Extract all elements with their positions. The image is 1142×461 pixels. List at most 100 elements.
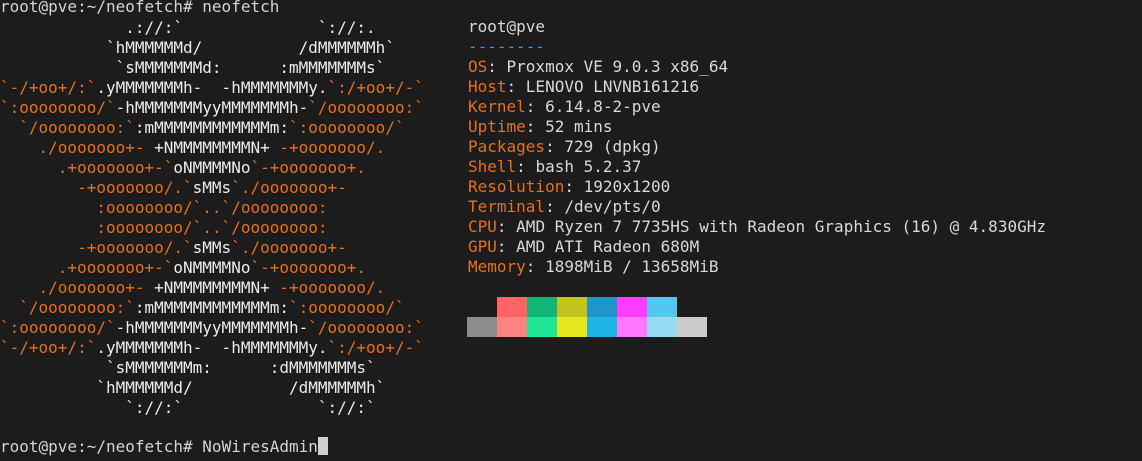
logo-segment: `hMMMMMMd/ /dMMMMMMh` (0, 378, 386, 397)
logo-line: `hMMMMMMd/ /dMMMMMMh` (0, 378, 450, 398)
proxmox-ascii-logo: .://:` `://:. `hMMMMMMd/ /dMMMMMMh` `sMM… (0, 18, 450, 418)
info-key: Memory (468, 257, 526, 276)
info-colon: : (545, 137, 565, 156)
info-key: Packages (468, 137, 546, 156)
info-value: 1920x1200 (583, 177, 671, 196)
info-row-terminal: Terminal: /dev/pts/0 (468, 197, 1128, 217)
logo-segment: `sMMMMMMMd: :mMMMMMMMs` (0, 58, 386, 77)
shell-prompt: root@pve:~/neofetch# (0, 437, 203, 456)
color-swatch (557, 297, 587, 317)
info-value: 52 mins (545, 117, 613, 136)
color-palette (467, 297, 707, 337)
info-value: 729 (dpkg) (564, 137, 661, 156)
terminal-window[interactable]: root@pve:~/neofetch# neofetch .://:` `:/… (0, 0, 1142, 461)
info-colon: : (545, 197, 565, 216)
logo-segment: sMMs (192, 238, 232, 257)
logo-line: `/oooooooo:`:mMMMMMMMMMMMMm:`:oooooooo/` (0, 118, 450, 138)
typed-input[interactable]: NoWiresAdmin (202, 437, 318, 456)
logo-line: .://:` `://:. (0, 18, 450, 38)
logo-segment: .yMMMMMMMh- -hMMMMMMMy. (96, 78, 328, 97)
info-colon: : (496, 237, 517, 256)
color-swatch (677, 297, 707, 317)
info-value: 1898MiB / 13658MiB (545, 257, 719, 276)
color-swatch (527, 297, 557, 317)
color-swatch (617, 297, 647, 317)
logo-line: :oooooooo/`..`/oooooooo: (0, 218, 450, 238)
logo-segment: `/oooooooo:` (0, 118, 135, 137)
logo-segment: sMMs (192, 178, 232, 197)
info-row-os: OS: Proxmox VE 9.0.3 x86_64 (468, 57, 1128, 77)
info-value: 6.14.8-2-pve (545, 97, 661, 116)
user-host-header: root@pve (468, 17, 546, 36)
color-swatch (467, 297, 497, 317)
color-swatch (467, 317, 497, 337)
info-colon: : (525, 117, 546, 136)
logo-line: `/oooooooo:`:mMMMMMMMMMMMMm:`:oooooooo/` (0, 298, 450, 318)
logo-line: `://:` `://:` (0, 398, 450, 418)
info-row-gpu: GPU: AMD ATI Radeon 680M (468, 237, 1128, 257)
info-colon: : (525, 257, 546, 276)
logo-line: `-/+oo+/:`.yMMMMMMMh- -hMMMMMMMy.`:/+oo+… (0, 78, 450, 98)
color-swatch (557, 317, 587, 337)
color-swatch (677, 317, 707, 337)
logo-segment: `:oooooooo/` (0, 318, 116, 337)
color-swatch (647, 297, 677, 317)
header-separator: -------- (468, 37, 546, 56)
logo-segment: `-+ooooooo+. (250, 158, 367, 177)
info-key: CPU (468, 217, 497, 236)
logo-segment: :oooooooo/`..`/oooooooo: (0, 198, 328, 217)
logo-segment: `sMMMMMMMm: :dMMMMMMMs` (0, 358, 376, 377)
info-colon: : (516, 157, 536, 176)
logo-segment: ./ooooooo+- (0, 278, 155, 297)
info-key: GPU (468, 237, 497, 256)
info-colon: : (506, 77, 526, 96)
info-row-packages: Packages: 729 (dpkg) (468, 137, 1128, 157)
color-swatch (497, 317, 527, 337)
logo-segment: -hMMMMMMMyyMMMMMMMh- (115, 98, 309, 117)
logo-line: -+ooooooo/.`sMMs`./ooooooo+- (0, 178, 450, 198)
info-row-memory: Memory: 1898MiB / 13658MiB (468, 257, 1128, 277)
info-value: AMD Ryzen 7 7735HS with Radeon Graphics … (516, 217, 1046, 236)
info-key: OS (468, 57, 488, 76)
logo-segment: `/oooooooo:` (308, 318, 424, 337)
logo-segment: .yMMMMMMMh- -hMMMMMMMy. (96, 338, 328, 357)
logo-segment: :mMMMMMMMMMMMMm: (134, 298, 289, 317)
logo-segment: `:/+oo+/-` (327, 78, 424, 97)
logo-segment: -+ooooooo/. (269, 278, 386, 297)
logo-segment: -+ooooooo/.` (0, 178, 193, 197)
info-row-host: Host: LENOVO LNVNB161216 (468, 77, 1128, 97)
info-row-uptime: Uptime: 52 mins (468, 117, 1128, 137)
logo-segment: +NMMMMMMMMN+ (154, 138, 270, 157)
info-colon: : (487, 57, 507, 76)
color-swatch (587, 297, 617, 317)
input-line[interactable]: root@pve:~/neofetch# NoWiresAdmin (0, 437, 328, 457)
palette-row-normal (467, 297, 707, 317)
color-swatch (647, 317, 677, 337)
logo-line: `:oooooooo/`-hMMMMMMMyyMMMMMMMh-`/oooooo… (0, 318, 450, 338)
logo-line: -+ooooooo/.`sMMs`./ooooooo+- (0, 238, 450, 258)
logo-segment: oNMMMMNo (173, 258, 251, 277)
logo-segment: `://:` `://:` (0, 398, 376, 417)
logo-line: :oooooooo/`..`/oooooooo: (0, 198, 450, 218)
info-value: bash 5.2.37 (535, 157, 642, 176)
info-value: AMD ATI Radeon 680M (516, 237, 700, 256)
logo-segment: `./ooooooo+- (231, 238, 347, 257)
logo-segment: `/oooooooo:` (308, 98, 424, 117)
info-rows: OS: Proxmox VE 9.0.3 x86_64 Host: LENOVO … (468, 57, 1128, 277)
logo-segment: `:/+oo+/-` (327, 338, 424, 357)
info-colon: : (496, 217, 517, 236)
command-line: root@pve:~/neofetch# neofetch (0, 0, 280, 16)
logo-line: ./ooooooo+- +NMMMMMMMMN+ -+ooooooo/. (0, 278, 450, 298)
logo-segment: +NMMMMMMMMN+ (154, 278, 270, 297)
logo-line: .+ooooooo+-`oNMMMMNo`-+ooooooo+. (0, 258, 450, 278)
info-value: LENOVO LNVNB161216 (525, 77, 700, 96)
logo-segment: -+ooooooo/. (269, 138, 386, 157)
info-key: Shell (468, 157, 517, 176)
logo-segment: `:oooooooo/` (288, 298, 405, 317)
logo-segment: `:oooooooo/` (0, 98, 116, 117)
logo-line: `-/+oo+/:`.yMMMMMMMh- -hMMMMMMMy.`:/+oo+… (0, 338, 450, 358)
logo-segment: oNMMMMNo (173, 158, 251, 177)
color-swatch (587, 317, 617, 337)
logo-line: `sMMMMMMMm: :dMMMMMMMs` (0, 358, 450, 378)
info-colon: : (564, 177, 584, 196)
